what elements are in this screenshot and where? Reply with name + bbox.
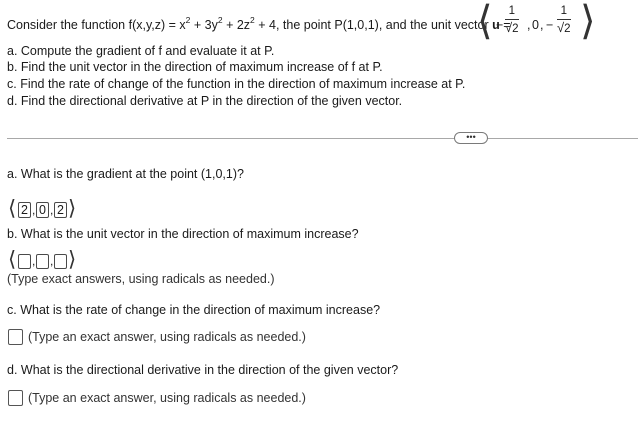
answer-a-cell-1[interactable]: 2 [18,202,31,218]
answer-a-comma-2: , [50,203,54,217]
question-d-prompt: d. What is the directional derivative in… [7,363,399,377]
vector-c3-sign: − [546,18,554,32]
vector-c3-fraction: 1 √2 [557,5,571,37]
vector-c3-den-value: 2 [564,23,571,35]
intro-mid-1: + 3y [190,18,218,32]
given-unit-vector: ⟨ − 1 √2 , 0 , − 1 √2 ⟩ [477,0,641,46]
problem-statement: Consider the function f(x,y,z) = x2 + 3y… [7,15,511,32]
intro-prefix: Consider the function f(x,y,z) = x [7,18,186,32]
right-angle-bracket: ⟩ [68,248,77,271]
vector-c2: 0 [532,18,539,32]
answer-d-input[interactable] [8,390,23,406]
expand-more-button[interactable]: ••• [454,132,488,144]
question-b-hint: (Type exact answers, using radicals as n… [7,272,275,286]
answer-a-cell-3[interactable]: 2 [54,202,67,218]
intro-suffix: + 4, the point P(1,0,1), and the unit ve… [254,18,493,32]
right-angle-bracket: ⟩ [580,0,596,43]
vector-c1-sign: − [496,18,504,32]
vector-c3-denominator: √2 [557,20,571,37]
question-a-prompt: a. What is the gradient at the point (1,… [7,167,244,181]
part-c-text: c. Find the rate of change of the functi… [7,77,466,91]
answer-b-comma-2: , [50,254,54,268]
vector-c3-numerator: 1 [557,5,571,20]
right-angle-bracket: ⟩ [68,197,77,220]
left-angle-bracket: ⟨ [8,197,17,220]
answer-b-cell-3[interactable] [54,254,67,269]
answer-c-input[interactable] [8,329,23,345]
vector-c1-den-value: 2 [512,23,519,35]
exponent-3: 2 [250,15,255,25]
answer-a-comma-1: , [32,203,36,217]
vector-c1-denominator: √2 [505,20,519,37]
vector-comma-1: , [527,18,531,32]
part-b-text: b. Find the unit vector in the direction… [7,60,383,74]
vector-c1-numerator: 1 [505,5,519,20]
question-b-prompt: b. What is the unit vector in the direct… [7,227,359,241]
answer-b-comma-1: , [32,254,36,268]
part-d-text: d. Find the directional derivative at P … [7,94,403,108]
left-angle-bracket: ⟨ [8,248,17,271]
intro-mid-2: + 2z [222,18,251,32]
section-divider [7,138,638,139]
vector-c1-fraction: 1 √2 [505,5,519,37]
answer-b-cell-1[interactable] [18,254,31,269]
exponent-2: 2 [217,15,223,25]
question-d-hint: (Type an exact answer, using radicals as… [28,391,306,405]
question-c-prompt: c. What is the rate of change in the dir… [7,303,381,317]
left-angle-bracket: ⟨ [477,0,493,43]
vector-comma-2: , [540,18,544,32]
part-a-text: a. Compute the gradient of f and evaluat… [7,44,275,58]
answer-a-cell-2[interactable]: 0 [36,202,49,218]
exponent-1: 2 [185,15,191,25]
answer-b-cell-2[interactable] [36,254,49,269]
question-c-hint: (Type an exact answer, using radicals as… [28,330,306,344]
